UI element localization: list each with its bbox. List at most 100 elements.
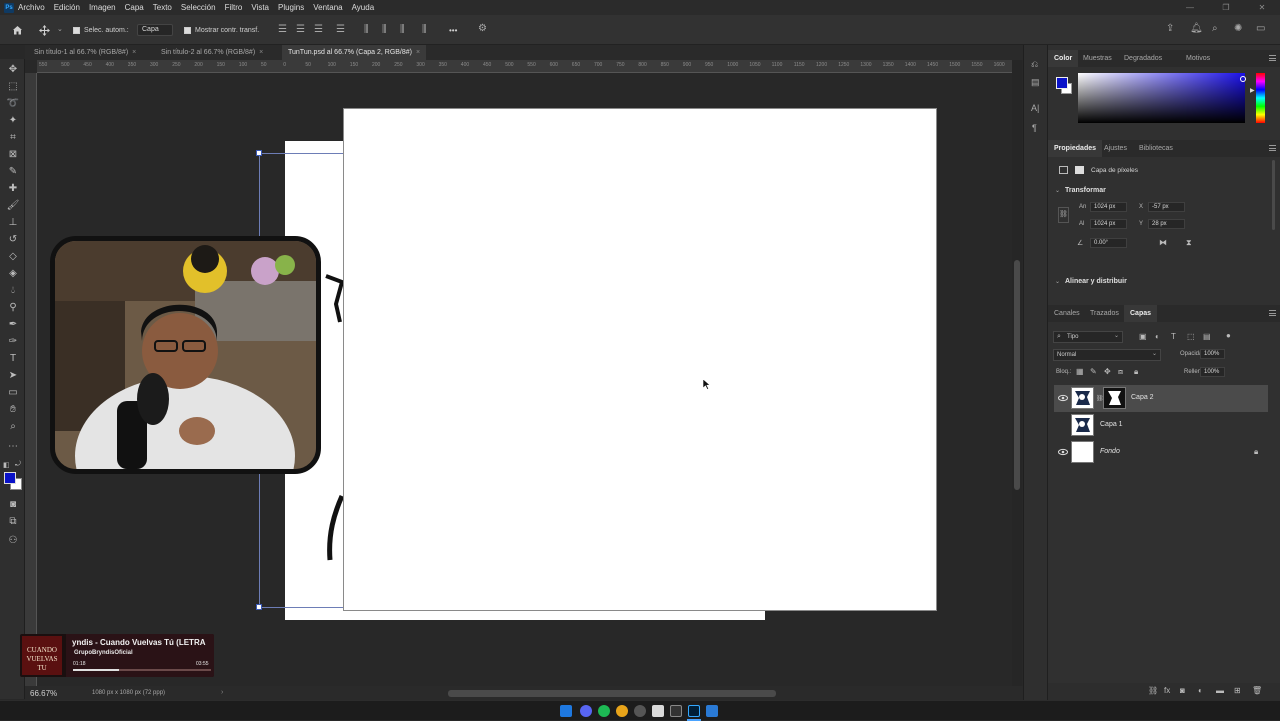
hue-slider-handle[interactable]: ▶ xyxy=(1250,87,1255,94)
path-selection-tool-icon[interactable]: ➤ xyxy=(5,368,21,382)
lock-all-icon[interactable]: 🔒︎ xyxy=(1134,367,1138,377)
lock-pixels-icon[interactable]: ✎ xyxy=(1090,367,1097,376)
windows-start-icon[interactable] xyxy=(560,705,572,717)
transform-section-title[interactable]: Transformar xyxy=(1065,187,1106,194)
filter-type-icon[interactable]: T xyxy=(1171,332,1176,341)
default-colors-icon[interactable]: ◧ xyxy=(3,461,10,469)
tab-patterns[interactable]: Motivos xyxy=(1180,50,1216,67)
discover-icon[interactable]: ✺ xyxy=(1234,24,1242,34)
app-taskbar-icon[interactable] xyxy=(706,705,718,717)
transform-handle-top-left[interactable] xyxy=(256,150,262,156)
tab-color[interactable]: Color xyxy=(1048,50,1079,67)
angle-field[interactable]: 0.00° xyxy=(1090,238,1127,248)
quick-mask-icon[interactable]: ◙ xyxy=(5,497,21,511)
menu-plugins[interactable]: Plugins xyxy=(278,3,304,12)
color-fg-swatch[interactable] xyxy=(1056,77,1068,89)
photoshop-taskbar-icon[interactable] xyxy=(688,705,700,717)
layer-row-fondo[interactable]: Fondo 🔒︎ xyxy=(1054,439,1268,466)
filter-adjustment-icon[interactable]: ◐ xyxy=(1155,332,1160,341)
home-icon[interactable] xyxy=(12,25,23,35)
minimize-icon[interactable]: — xyxy=(1172,0,1208,15)
healing-brush-tool-icon[interactable]: ✚ xyxy=(5,181,21,195)
menu-ventana[interactable]: Ventana xyxy=(313,3,342,12)
link-layers-icon[interactable]: ⛓ xyxy=(1148,686,1158,695)
transform-handle-bottom-left[interactable] xyxy=(256,604,262,610)
tab-properties[interactable]: Propiedades xyxy=(1048,140,1103,157)
menu-ayuda[interactable]: Ayuda xyxy=(352,3,375,12)
swap-colors-icon[interactable]: ⤾ xyxy=(15,461,21,469)
history-icon[interactable]: ⎌ xyxy=(1031,59,1038,70)
share-icon[interactable]: ⇪ xyxy=(1166,24,1174,34)
spotify-icon[interactable] xyxy=(598,705,610,717)
align-bottom-icon[interactable]: ⫼ xyxy=(400,25,405,35)
chevron-down-icon[interactable]: ⌄ xyxy=(57,25,63,35)
zoom-tool-icon[interactable]: ⌕ xyxy=(5,419,21,433)
document-info[interactable]: 1080 px x 1080 px (72 ppp) xyxy=(92,690,165,696)
scroll-thumb[interactable] xyxy=(1014,260,1020,490)
distribute-icon[interactable]: ☰ xyxy=(336,25,345,35)
blur-tool-icon[interactable]: 💧︎ xyxy=(5,283,21,297)
color-field[interactable] xyxy=(1078,73,1245,123)
chevron-down-icon[interactable]: ⌄ xyxy=(1055,278,1060,285)
add-mask-icon[interactable]: ◙ xyxy=(1180,686,1185,695)
auto-select-dropdown[interactable]: Capa xyxy=(137,24,173,36)
obs-icon[interactable] xyxy=(634,705,646,717)
screen-mode-icon[interactable]: ⧉ xyxy=(5,514,21,528)
lock-transparency-icon[interactable]: ▦ xyxy=(1076,367,1084,376)
maximize-icon[interactable]: ❐ xyxy=(1208,0,1244,15)
tab-gradients[interactable]: Degradados xyxy=(1118,50,1168,67)
new-layer-icon[interactable]: ⊞ xyxy=(1234,686,1241,695)
panel-menu-icon[interactable] xyxy=(1269,55,1276,61)
layer-filter-dropdown[interactable]: ⌕ Tipo ⌄ xyxy=(1053,331,1123,343)
lock-artboard-icon[interactable]: ⧈ xyxy=(1118,367,1123,377)
layer-name[interactable]: Capa 1 xyxy=(1100,421,1123,428)
adjustment-layer-icon[interactable]: ◐ xyxy=(1198,686,1203,695)
properties-scrollbar[interactable] xyxy=(1272,160,1275,230)
terminal-icon[interactable] xyxy=(670,705,682,717)
new-group-icon[interactable]: ▬ xyxy=(1216,686,1224,695)
bell-icon[interactable]: 🔔︎ xyxy=(1190,24,1203,34)
rectangle-tool-icon[interactable]: ▭ xyxy=(5,385,21,399)
magic-wand-tool-icon[interactable]: ✦ xyxy=(5,113,21,127)
zoom-level[interactable]: 66.67% xyxy=(30,689,57,698)
dodge-tool-icon[interactable]: ⚲ xyxy=(5,300,21,314)
tab-swatches[interactable]: Muestras xyxy=(1077,50,1118,67)
align-top-icon[interactable]: ⫼ xyxy=(364,25,369,35)
history-brush-tool-icon[interactable]: ↺ xyxy=(5,232,21,246)
menu-texto[interactable]: Texto xyxy=(153,3,172,12)
brush-tool-icon[interactable]: 🖌︎ xyxy=(5,198,21,212)
more-tools-icon[interactable]: ⋯ xyxy=(5,439,21,453)
document-canvas[interactable] xyxy=(343,108,937,611)
vertical-scrollbar[interactable] xyxy=(1012,60,1022,686)
fill-field[interactable]: 100% xyxy=(1200,367,1225,377)
menu-edicion[interactable]: Edición xyxy=(54,3,80,12)
progress-track[interactable] xyxy=(73,669,211,671)
filter-pixel-icon[interactable]: ▣ xyxy=(1139,332,1147,341)
delete-layer-icon[interactable]: 🗑︎ xyxy=(1252,686,1262,695)
layer-style-icon[interactable]: fx xyxy=(1164,686,1170,695)
blend-mode-dropdown[interactable]: Normal ⌄ xyxy=(1053,349,1161,361)
show-transform-checkbox[interactable] xyxy=(184,27,191,34)
opacity-field[interactable]: 100% xyxy=(1200,349,1225,359)
visibility-eye-icon[interactable] xyxy=(1058,447,1068,457)
menu-archivo[interactable]: Archivo xyxy=(18,3,45,12)
type-tool-icon[interactable]: T xyxy=(5,351,21,365)
character-icon[interactable]: A| xyxy=(1031,103,1039,113)
visibility-toggle-hidden[interactable] xyxy=(1058,420,1068,430)
photoshop-logo[interactable]: Ps xyxy=(4,2,14,13)
layer-name[interactable]: Capa 2 xyxy=(1131,394,1154,401)
align-section-title[interactable]: Alinear y distribuir xyxy=(1065,278,1127,285)
y-field[interactable]: 28 px xyxy=(1148,219,1185,229)
paint-bucket-tool-icon[interactable]: ◈ xyxy=(5,266,21,280)
mask-icon[interactable] xyxy=(1075,166,1084,174)
search-icon[interactable]: ⌕ xyxy=(1212,24,1218,34)
foreground-color-swatch[interactable] xyxy=(4,472,16,484)
doc-tab-2[interactable]: Sin título-2 al 66.7% (RGB/8#) × xyxy=(155,45,269,60)
flip-vertical-icon[interactable]: ⧗ xyxy=(1186,238,1192,248)
frame-tool-icon[interactable]: ⊠ xyxy=(5,147,21,161)
align-middle-icon[interactable]: ⫼ xyxy=(382,25,387,35)
close-icon[interactable]: × xyxy=(132,49,136,56)
layer-mask-thumbnail[interactable] xyxy=(1103,387,1126,409)
menu-filtro[interactable]: Filtro xyxy=(225,3,243,12)
hue-slider[interactable] xyxy=(1256,73,1265,123)
